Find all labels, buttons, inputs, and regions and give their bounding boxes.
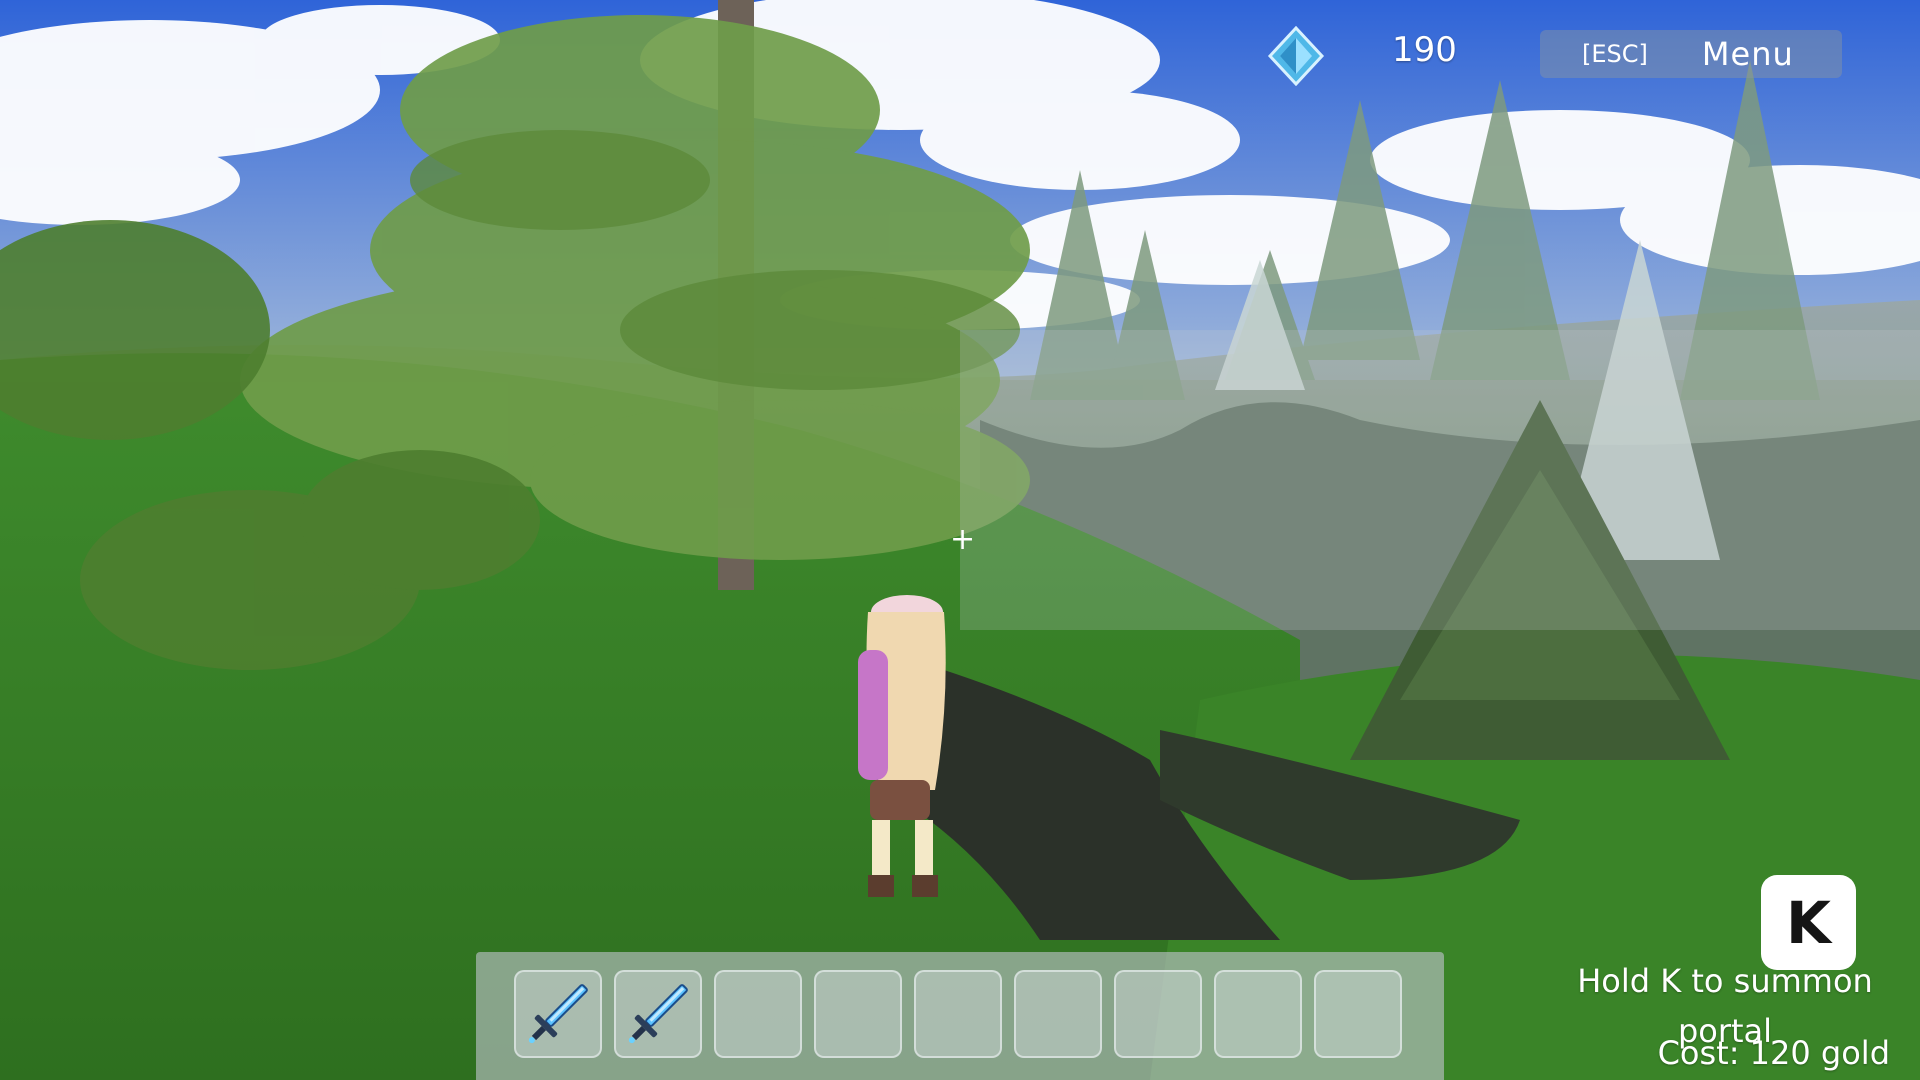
hotbar-slot-8[interactable] (1214, 970, 1302, 1058)
hotbar-slot-6[interactable] (1014, 970, 1102, 1058)
hotbar-slot-9[interactable] (1314, 970, 1402, 1058)
hotbar-slot-3[interactable] (714, 970, 802, 1058)
hotbar-slot-4[interactable] (814, 970, 902, 1058)
hotbar-slot-1[interactable] (514, 970, 602, 1058)
hotbar-slot-5[interactable] (914, 970, 1002, 1058)
hotbar-slot-2[interactable] (614, 970, 702, 1058)
fog (960, 330, 1920, 630)
hotbar (476, 952, 1444, 1080)
gold-amount: 190 (1392, 30, 1457, 70)
menu-label: Menu (1701, 35, 1794, 73)
diamond-gem-icon (1266, 25, 1326, 87)
menu-key-hint: [ESC] (1582, 40, 1648, 68)
crosshair-icon: + (950, 522, 976, 557)
hotbar-slot-7[interactable] (1114, 970, 1202, 1058)
portal-cost-text: Cost: 120 gold (1657, 1034, 1890, 1072)
menu-button[interactable]: [ESC] Menu (1540, 30, 1842, 78)
